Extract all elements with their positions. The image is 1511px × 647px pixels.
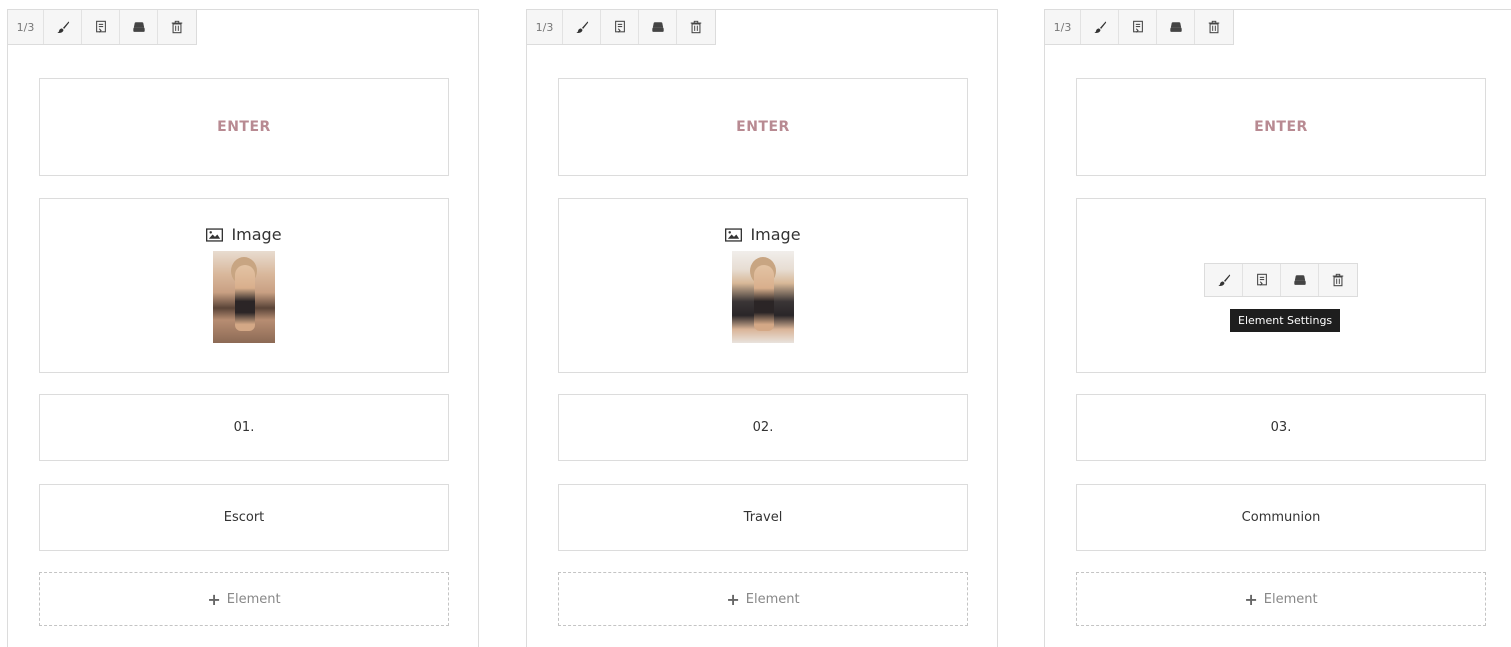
save-icon[interactable]: [639, 10, 677, 44]
image-header: Image: [206, 225, 282, 244]
trash-icon[interactable]: [1319, 264, 1357, 296]
enter-label: ENTER: [1254, 119, 1308, 135]
text-value: Escort: [223, 510, 265, 525]
add-element-button[interactable]: + Element: [39, 572, 449, 626]
image-icon: [206, 228, 223, 242]
column-toolbar: 1/3: [527, 10, 716, 45]
number-element[interactable]: 03.: [1076, 394, 1486, 461]
column-ratio[interactable]: 1/3: [527, 10, 563, 44]
text-value: Communion: [1241, 510, 1321, 525]
number-element[interactable]: 01.: [39, 394, 449, 461]
number-text: 02.: [752, 420, 774, 435]
column-ratio[interactable]: 1/3: [8, 10, 44, 44]
column-2: 1/3 ENTER Image 02. Travel + Element: [526, 9, 998, 647]
trash-icon[interactable]: [677, 10, 715, 44]
image-label: Image: [231, 225, 282, 244]
trash-icon[interactable]: [158, 10, 196, 44]
trash-icon[interactable]: [1195, 10, 1233, 44]
clone-icon[interactable]: [82, 10, 120, 44]
brush-icon[interactable]: [44, 10, 82, 44]
image-element[interactable]: Image: [558, 198, 968, 373]
save-icon[interactable]: [1281, 263, 1319, 296]
enter-label: ENTER: [736, 119, 790, 135]
element-settings-tooltip: Element Settings: [1230, 309, 1341, 332]
clone-icon[interactable]: [601, 10, 639, 44]
text-element[interactable]: Travel: [558, 484, 968, 551]
save-icon[interactable]: [1157, 10, 1195, 44]
image-thumbnail: [732, 251, 794, 343]
number-text: 03.: [1270, 420, 1292, 435]
clone-icon[interactable]: [1243, 263, 1281, 296]
enter-button-element[interactable]: ENTER: [558, 78, 968, 176]
plus-icon: +: [726, 589, 740, 609]
enter-label: ENTER: [217, 119, 271, 135]
plus-icon: +: [1244, 589, 1258, 609]
column-toolbar: 1/3: [1045, 10, 1234, 45]
column-1: 1/3 ENTER Image 01. Escort + Element: [7, 9, 479, 647]
brush-icon[interactable]: [563, 10, 601, 44]
enter-button-element[interactable]: ENTER: [39, 78, 449, 176]
save-icon[interactable]: [120, 10, 158, 44]
text-element[interactable]: Communion: [1076, 484, 1486, 551]
column-ratio[interactable]: 1/3: [1045, 10, 1081, 44]
number-text: 01.: [233, 420, 255, 435]
image-label: Image: [750, 225, 801, 244]
add-element-label: Element: [226, 591, 281, 607]
plus-icon: +: [207, 589, 221, 609]
add-element-button[interactable]: + Element: [1076, 572, 1486, 626]
brush-icon[interactable]: [1081, 10, 1119, 44]
image-header: Image: [725, 225, 801, 244]
column-toolbar: 1/3: [8, 10, 197, 45]
text-element[interactable]: Escort: [39, 484, 449, 551]
add-element-button[interactable]: + Element: [558, 572, 968, 626]
text-value: Travel: [743, 510, 783, 525]
brush-icon[interactable]: [1205, 263, 1243, 296]
image-element[interactable]: Image: [39, 198, 449, 373]
image-element[interactable]: Element Settings: [1076, 198, 1486, 373]
column-3: 1/3 ENTER Element Settings 03. Communion…: [1044, 9, 1511, 647]
image-icon: [725, 228, 742, 242]
element-toolbar: [1204, 262, 1358, 297]
number-element[interactable]: 02.: [558, 394, 968, 461]
image-thumbnail: [213, 251, 275, 343]
add-element-label: Element: [745, 591, 800, 607]
clone-icon[interactable]: [1119, 10, 1157, 44]
add-element-label: Element: [1263, 591, 1318, 607]
enter-button-element[interactable]: ENTER: [1076, 78, 1486, 176]
